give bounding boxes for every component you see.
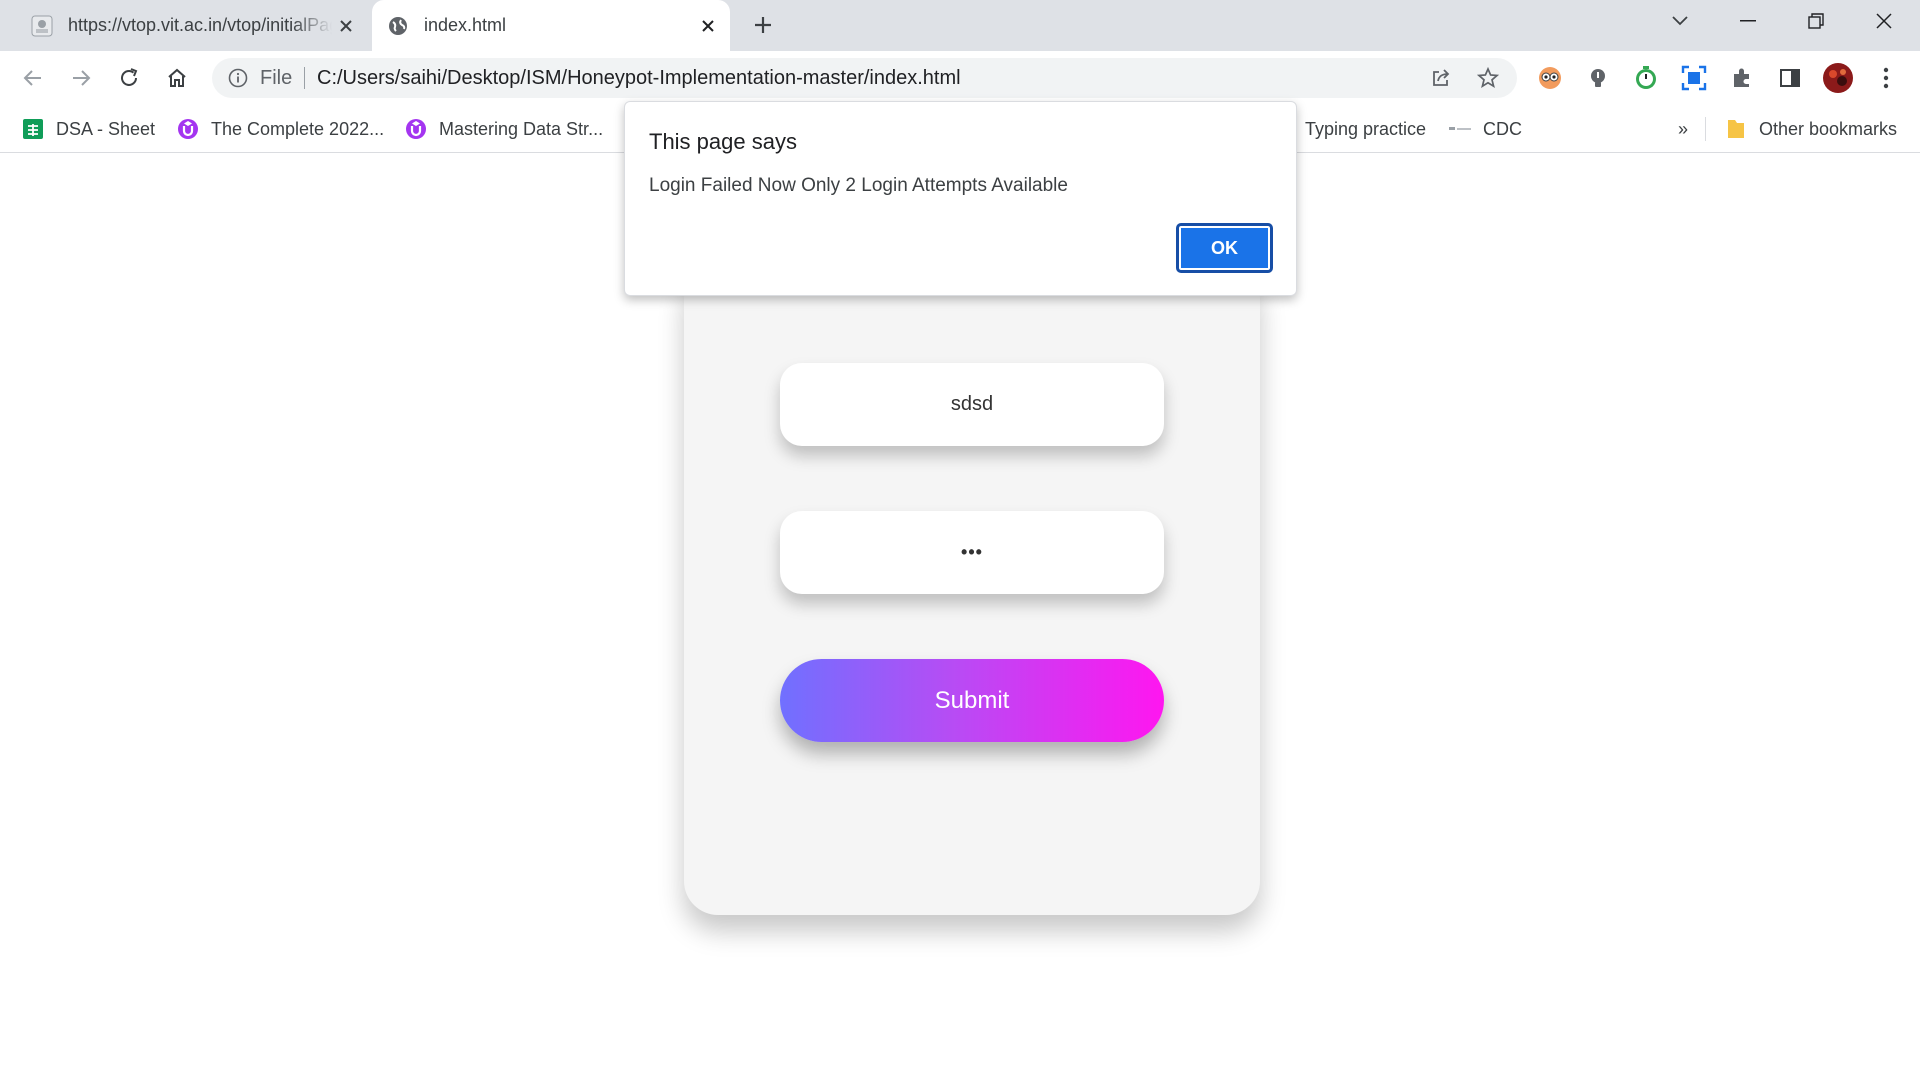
restore-icon[interactable] xyxy=(1782,0,1850,42)
udemy-icon xyxy=(177,118,199,140)
bookmark-label: » xyxy=(1678,118,1689,139)
minimize-icon[interactable] xyxy=(1714,0,1782,42)
bookmark-label: DSA - Sheet xyxy=(56,118,156,139)
vtop-favicon-icon xyxy=(30,14,54,38)
close-window-icon[interactable] xyxy=(1850,0,1918,42)
folder-icon xyxy=(1725,118,1747,140)
tab-index[interactable]: index.html xyxy=(372,0,730,51)
toolbar: File C:/Users/saihi/Desktop/ISM/Honeypot… xyxy=(0,51,1920,105)
bookmark-label: The Complete 2022... xyxy=(211,118,385,139)
url-text[interactable]: C:/Users/saihi/Desktop/ISM/Honeypot-Impl… xyxy=(317,67,961,90)
bookmark-typing-practice[interactable]: Typing practice xyxy=(1305,115,1426,143)
close-tab-icon[interactable] xyxy=(694,12,722,40)
extension-timer-icon[interactable] xyxy=(1629,61,1663,95)
tab-title: https://vtop.vit.ac.in/vtop/initialPage xyxy=(68,15,332,35)
home-icon[interactable] xyxy=(160,61,194,95)
profile-avatar[interactable] xyxy=(1821,61,1855,95)
share-icon[interactable] xyxy=(1427,64,1455,92)
extension-lightbulb-icon[interactable] xyxy=(1581,61,1615,95)
extension-eyes-icon[interactable] xyxy=(1533,61,1567,95)
globe-icon xyxy=(386,14,410,38)
bookmark-complete-2022[interactable]: The Complete 2022... xyxy=(177,115,384,143)
forward-arrow-icon[interactable] xyxy=(64,61,98,95)
info-icon[interactable] xyxy=(226,66,250,90)
dialog-message: Login Failed Now Only 2 Login Attempts A… xyxy=(649,175,1068,196)
bookmark-label: Typing practice xyxy=(1305,118,1427,139)
bookmarks-overflow-chevron-icon[interactable]: » xyxy=(1678,115,1688,143)
back-arrow-icon[interactable] xyxy=(16,61,50,95)
scheme-label: File xyxy=(260,67,293,89)
bookmarks-divider xyxy=(1705,117,1706,141)
address-bar[interactable]: File C:/Users/saihi/Desktop/ISM/Honeypot… xyxy=(212,58,1517,98)
bookmark-other-bookmarks[interactable]: Other bookmarks xyxy=(1725,115,1897,143)
bookmark-mastering-data[interactable]: Mastering Data Str... xyxy=(405,115,603,143)
bookmark-label: Mastering Data Str... xyxy=(439,118,604,139)
address-divider xyxy=(304,67,305,89)
username-input[interactable]: sdsd xyxy=(780,363,1164,446)
ok-button[interactable]: OK xyxy=(1176,223,1273,273)
sheets-icon xyxy=(22,118,44,140)
reload-icon[interactable] xyxy=(112,61,146,95)
cdc-icon xyxy=(1449,118,1471,140)
bookmark-label: Other bookmarks xyxy=(1759,118,1898,139)
new-tab-plus-icon[interactable] xyxy=(748,10,778,40)
close-tab-icon[interactable] xyxy=(332,12,360,40)
side-panel-icon[interactable] xyxy=(1773,61,1807,95)
extension-screenshot-icon[interactable] xyxy=(1677,61,1711,95)
login-card: sdsd ••• Submit xyxy=(684,264,1260,915)
tab-search-chevron-down-icon[interactable] xyxy=(1646,0,1714,42)
bookmark-label: CDC xyxy=(1483,118,1522,139)
extensions-puzzle-icon[interactable] xyxy=(1725,61,1759,95)
udemy-icon xyxy=(405,118,427,140)
dialog-title: This page says xyxy=(649,129,797,154)
bookmark-dsa-sheet[interactable]: DSA - Sheet xyxy=(22,115,155,143)
password-input[interactable]: ••• xyxy=(780,511,1164,594)
tab-vtop[interactable]: https://vtop.vit.ac.in/vtop/initialPage xyxy=(16,0,368,51)
bookmark-cdc[interactable]: CDC xyxy=(1449,115,1522,143)
submit-button[interactable]: Submit xyxy=(780,659,1164,742)
menu-kebab-icon[interactable] xyxy=(1869,61,1903,95)
tab-strip: https://vtop.vit.ac.in/vtop/initialPage … xyxy=(0,0,1920,51)
bookmark-star-icon[interactable] xyxy=(1474,64,1502,92)
tab-title: index.html xyxy=(424,15,507,35)
alert-dialog: This page says Login Failed Now Only 2 L… xyxy=(624,101,1297,296)
